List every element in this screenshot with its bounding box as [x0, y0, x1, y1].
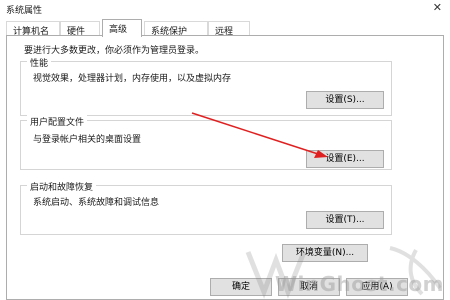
watermark-text: WinGhost.com — [274, 272, 444, 296]
annotation-arrow-line — [191, 112, 319, 155]
annotation-arrowhead — [314, 150, 328, 158]
tab-advanced[interactable]: 高级 — [102, 19, 142, 37]
